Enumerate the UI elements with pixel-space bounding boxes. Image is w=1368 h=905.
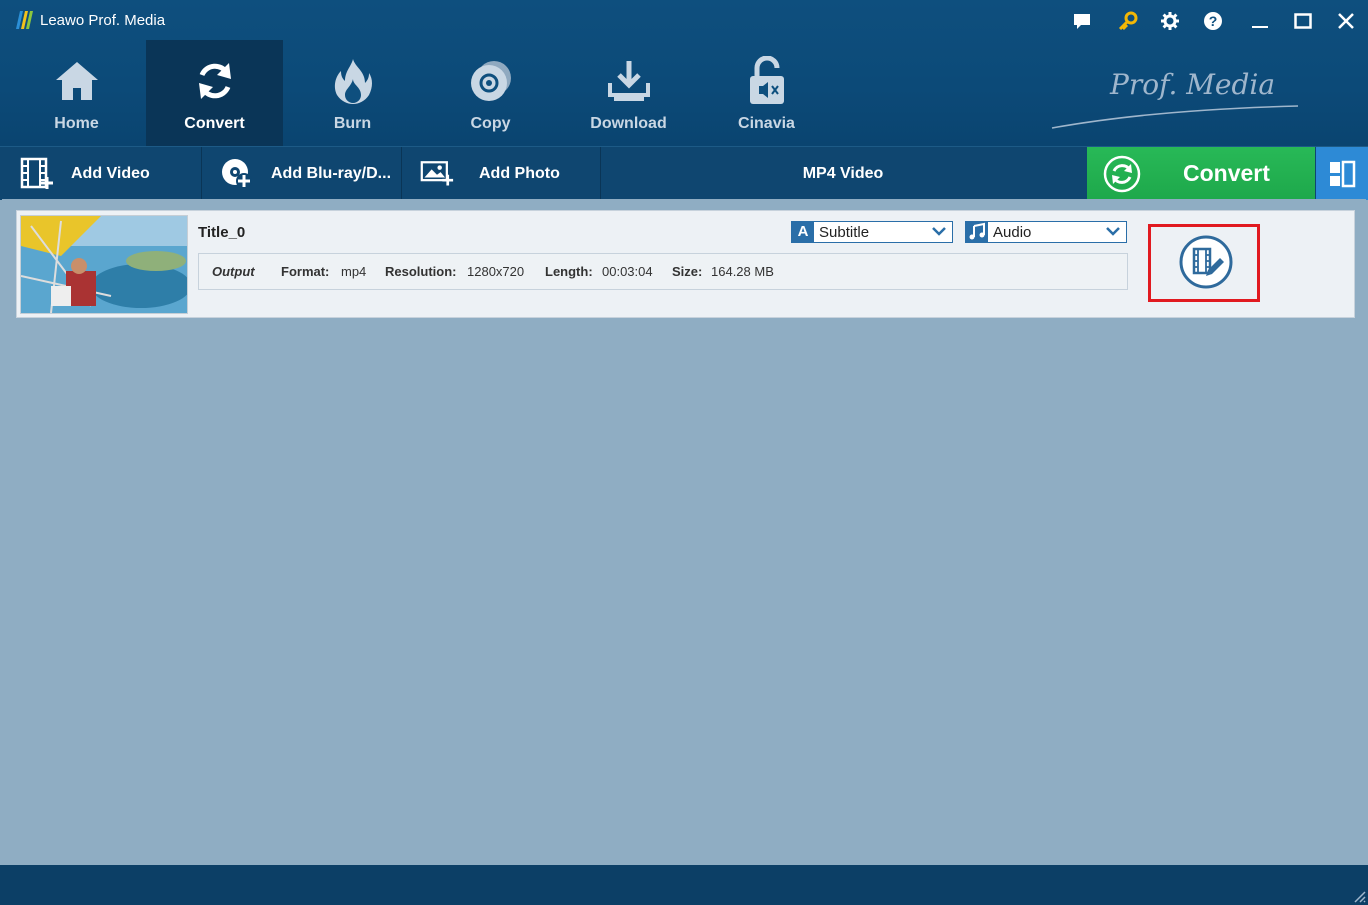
convert-button[interactable]: Convert <box>1087 147 1315 200</box>
length-value: 00:03:04 <box>602 264 653 279</box>
add-photo-label: Add Photo <box>479 165 560 182</box>
file-list: Title_0 A Subtitle Audio Output Format: … <box>2 199 1366 865</box>
layout-icon <box>1330 160 1356 188</box>
nav-copy[interactable]: Copy <box>422 40 559 146</box>
add-bluray-label: Add Blu-ray/D... <box>271 165 392 182</box>
add-photo-button[interactable]: Add Photo <box>402 147 600 200</box>
app-window: Leawo Prof. Media ? Home Convert Burn Co… <box>0 0 1368 905</box>
app-logo-icon <box>16 11 33 29</box>
chevron-down-icon <box>1106 227 1120 236</box>
download-icon <box>604 56 654 106</box>
size-key: Size: <box>672 264 703 279</box>
convert-refresh-icon <box>1103 155 1141 193</box>
close-icon[interactable] <box>1333 8 1359 34</box>
subtitle-dropdown[interactable]: A Subtitle <box>791 221 953 243</box>
prof-media-logo: Prof. Media <box>1051 68 1299 129</box>
output-label: Output <box>212 264 255 279</box>
convert-button-label: Convert <box>1183 160 1270 186</box>
key-icon[interactable] <box>1115 8 1141 34</box>
resize-grip-icon[interactable] <box>1352 889 1366 903</box>
nav-download-label: Download <box>590 115 667 132</box>
file-row[interactable]: Title_0 A Subtitle Audio Output Format: … <box>16 210 1355 318</box>
output-info-bar: Output Format: mp4 Resolution: 1280x720 … <box>198 253 1128 290</box>
title-bar: Leawo Prof. Media ? <box>0 0 1368 40</box>
nav-burn[interactable]: Burn <box>284 40 421 146</box>
length-key: Length: <box>545 264 593 279</box>
add-video-button[interactable]: Add Video <box>0 147 201 200</box>
output-format-selector[interactable]: MP4 Video <box>600 165 1086 183</box>
nav-home-label: Home <box>54 115 99 132</box>
home-icon <box>52 56 102 106</box>
size-value: 164.28 MB <box>711 264 774 279</box>
disc-add-icon <box>222 159 252 189</box>
resolution-value: 1280x720 <box>467 264 525 279</box>
file-title: Title_0 <box>198 224 246 241</box>
nav-convert-label: Convert <box>184 115 245 132</box>
format-key: Format: <box>281 264 330 279</box>
svg-text:Prof. Media: Prof. Media <box>1109 68 1275 101</box>
nav-burn-label: Burn <box>333 115 372 132</box>
settings-gear-icon[interactable] <box>1157 8 1183 34</box>
status-bar <box>0 865 1368 905</box>
burn-icon <box>328 56 378 106</box>
photo-add-icon <box>420 161 454 186</box>
layout-toggle-button[interactable] <box>1316 147 1368 200</box>
toolbar: Add Video Add Blu-ray/D... Add Photo MP4… <box>0 146 1368 200</box>
add-video-label: Add Video <box>71 165 150 182</box>
subtitle-value: Subtitle <box>819 224 870 241</box>
video-thumbnail[interactable] <box>20 215 188 314</box>
audio-value: Audio <box>993 224 1032 241</box>
convert-icon <box>190 56 240 106</box>
format-value: mp4 <box>341 264 367 279</box>
subtitle-icon: A <box>792 222 814 242</box>
nav-cinavia-label: Cinavia <box>738 115 795 132</box>
nav-download[interactable]: Download <box>560 40 697 146</box>
maximize-icon[interactable] <box>1290 8 1316 34</box>
feedback-icon[interactable] <box>1069 8 1095 34</box>
edit-video-icon <box>1179 235 1233 289</box>
header: Leawo Prof. Media ? Home Convert Burn Co… <box>0 0 1368 146</box>
film-add-icon <box>20 157 53 189</box>
chevron-down-icon <box>932 227 946 236</box>
nav-copy-label: Copy <box>470 115 511 132</box>
help-icon[interactable]: ? <box>1200 8 1226 34</box>
audio-dropdown[interactable]: Audio <box>965 221 1127 243</box>
nav-cinavia[interactable]: Cinavia <box>698 40 835 146</box>
nav-home[interactable]: Home <box>8 40 145 146</box>
add-bluray-button[interactable]: Add Blu-ray/D... <box>202 147 401 200</box>
svg-text:?: ? <box>1209 13 1218 29</box>
music-note-icon <box>966 222 988 242</box>
app-title: Leawo Prof. Media <box>40 12 166 29</box>
copy-icon <box>466 56 516 106</box>
resolution-key: Resolution: <box>385 264 457 279</box>
cinavia-icon <box>742 56 792 106</box>
edit-video-button[interactable] <box>1178 234 1234 290</box>
nav-convert[interactable]: Convert <box>146 40 283 146</box>
minimize-icon[interactable] <box>1247 8 1273 34</box>
